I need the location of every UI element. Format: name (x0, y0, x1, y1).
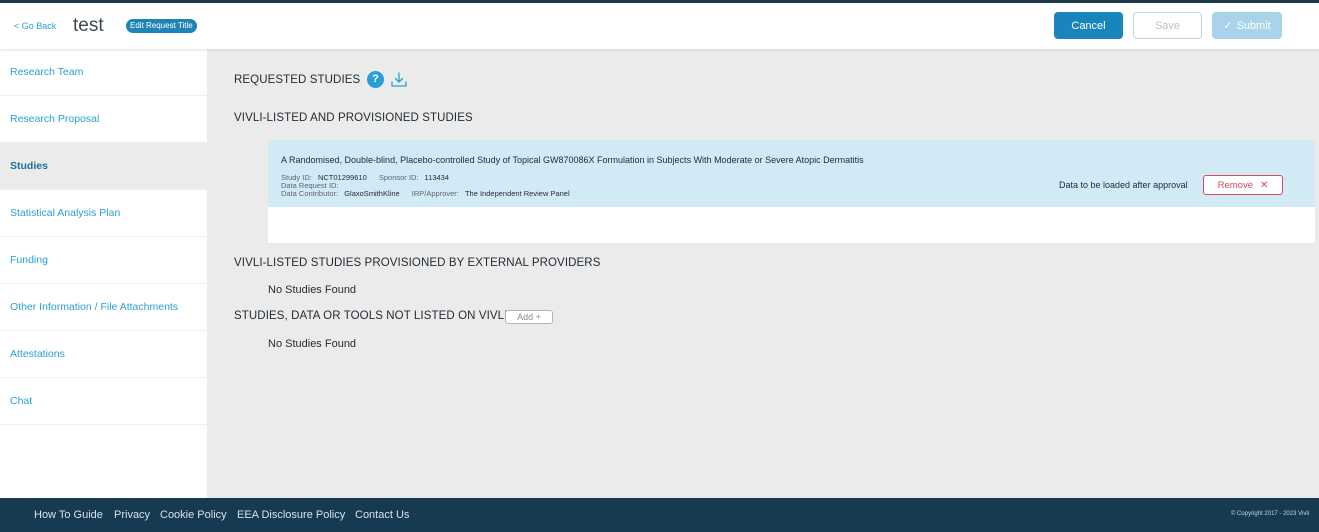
download-icon[interactable] (390, 71, 408, 89)
sidebar-item-attestations[interactable]: Attestations (0, 331, 207, 378)
not-listed-heading: STUDIES, DATA OR TOOLS NOT LISTED ON VIV… (234, 310, 508, 322)
data-contributor-value: GlaxoSmithKline (344, 189, 400, 198)
cancel-button[interactable]: Cancel (1054, 12, 1123, 39)
sidebar-item-studies[interactable]: Studies (0, 143, 207, 190)
irp-label: IRP/Approver: (411, 189, 459, 198)
remove-label: Remove (1217, 179, 1253, 191)
page-header: < Go Back test Edit Request Title Cancel… (0, 3, 1319, 49)
data-contributor-row: Data Contributor: GlaxoSmithKline IRP/Ap… (281, 189, 570, 198)
sidebar-item-research-proposal[interactable]: Research Proposal (0, 96, 207, 143)
sponsor-id-value: 113434 (424, 173, 450, 182)
submit-label: Submit (1236, 20, 1271, 32)
study-card-highlight: A Randomised, Double-blind, Placebo-cont… (268, 140, 1315, 207)
footer-link-privacy[interactable]: Privacy (114, 509, 150, 521)
sidebar-item-other-information[interactable]: Other Information / File Attachments (0, 284, 207, 331)
study-title: A Randomised, Double-blind, Placebo-cont… (281, 155, 864, 165)
page-title: test (73, 15, 104, 36)
not-listed-empty-message: No Studies Found (268, 338, 357, 350)
submit-button[interactable]: ✓ Submit (1212, 12, 1282, 39)
main-content: REQUESTED STUDIES ? VIVLI-LISTED AND PRO… (207, 49, 1319, 498)
irp-value: The Independent Review Panel (464, 189, 570, 198)
footer: How To Guide Privacy Cookie Policy EEA D… (0, 498, 1319, 532)
external-providers-heading: VIVLI-LISTED STUDIES PROVISIONED BY EXTE… (234, 257, 601, 269)
sidebar-item-funding[interactable]: Funding (0, 237, 207, 284)
footer-link-how-to-guide[interactable]: How To Guide (34, 509, 103, 521)
requested-studies-heading: REQUESTED STUDIES (234, 74, 361, 86)
check-icon: ✓ (1223, 20, 1233, 32)
close-icon: ✕ (1259, 179, 1269, 191)
sidebar: Research Team Research Proposal Studies … (0, 49, 207, 498)
study-card: A Randomised, Double-blind, Placebo-cont… (268, 140, 1315, 243)
help-icon[interactable]: ? (367, 71, 384, 88)
footer-link-contact-us[interactable]: Contact Us (355, 509, 409, 521)
footer-link-eea-disclosure-policy[interactable]: EEA Disclosure Policy (237, 509, 345, 521)
sidebar-item-chat[interactable]: Chat (0, 378, 207, 425)
external-empty-message: No Studies Found (268, 284, 357, 296)
edit-request-title-button[interactable]: Edit Request Title (126, 19, 197, 33)
sponsor-id-label: Sponsor ID: (378, 173, 419, 182)
go-back-link[interactable]: < Go Back (14, 21, 56, 31)
add-button[interactable]: Add + (505, 310, 553, 324)
sidebar-item-research-team[interactable]: Research Team (0, 49, 207, 96)
footer-link-cookie-policy[interactable]: Cookie Policy (160, 509, 227, 521)
provisioned-studies-heading: VIVLI-LISTED AND PROVISIONED STUDIES (234, 112, 473, 124)
save-button[interactable]: Save (1133, 12, 1202, 39)
sidebar-item-statistical-analysis-plan[interactable]: Statistical Analysis Plan (0, 190, 207, 237)
copyright-text: © Copyright 2017 - 2023 Vivli (1230, 511, 1309, 517)
remove-study-button[interactable]: Remove ✕ (1203, 175, 1283, 195)
study-status: Data to be loaded after approval (1059, 180, 1188, 190)
data-contributor-label: Data Contributor: (281, 189, 339, 198)
